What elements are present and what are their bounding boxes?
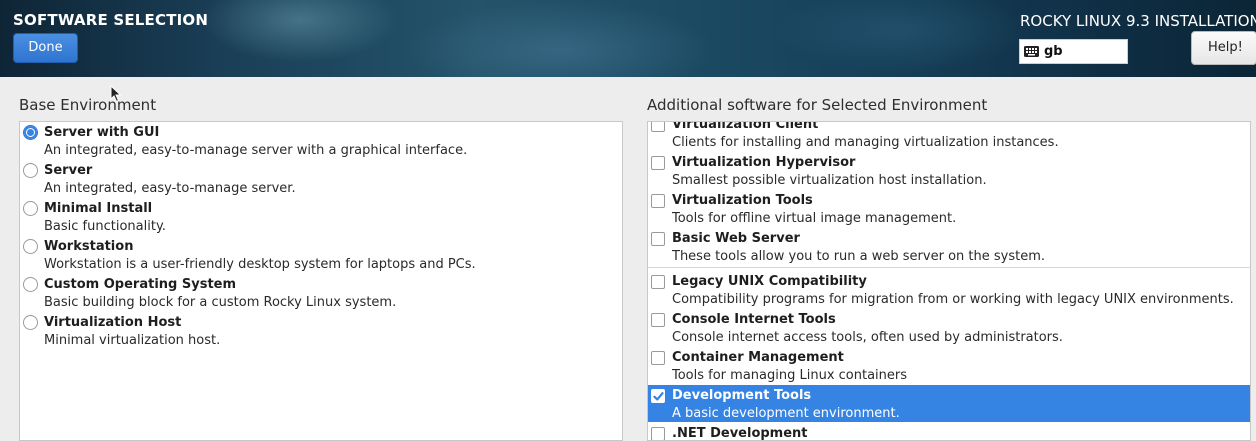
page-title: SOFTWARE SELECTION: [13, 11, 209, 29]
radio-button[interactable]: [23, 315, 38, 330]
group-separator: [648, 267, 1250, 268]
checkbox[interactable]: [651, 194, 665, 208]
item-title: Legacy UNIX Compatibility: [672, 274, 867, 289]
keyboard-layout-indicator[interactable]: gb: [1019, 39, 1128, 64]
keyboard-icon: [1024, 46, 1039, 57]
checkbox[interactable]: [651, 232, 665, 246]
item-description: These tools allow you to run a web serve…: [672, 249, 1045, 264]
item-description: Minimal virtualization host.: [44, 333, 221, 348]
checkbox-checked[interactable]: [651, 389, 665, 403]
item-title: Minimal Install: [44, 201, 153, 216]
additional-software-list: Virtualization Client Clients for instal…: [647, 121, 1251, 441]
checkbox[interactable]: [651, 122, 665, 132]
item-description: Workstation is a user-friendly desktop s…: [44, 257, 476, 272]
header-banner: SOFTWARE SELECTION Done ROCKY LINUX 9.3 …: [0, 0, 1256, 77]
help-button[interactable]: Help!: [1191, 31, 1256, 65]
item-description: An integrated, easy-to-manage server.: [44, 181, 296, 196]
item-description: A basic development environment.: [672, 406, 900, 421]
item-description: Smallest possible virtualization host in…: [672, 173, 987, 188]
item-description: Console internet access tools, often use…: [672, 330, 1063, 345]
base-environment-list: Server with GUI An integrated, easy-to-m…: [19, 121, 623, 441]
item-title: Virtualization Tools: [672, 193, 813, 208]
radio-button[interactable]: [23, 163, 38, 178]
radio-button[interactable]: [23, 201, 38, 216]
checkbox[interactable]: [651, 427, 665, 440]
radio-button[interactable]: [23, 239, 38, 254]
item-title: Server with GUI: [44, 125, 160, 140]
item-title: Workstation: [44, 239, 134, 254]
item-description: An integrated, easy-to-manage server wit…: [44, 143, 468, 158]
item-title: .NET Development: [672, 426, 808, 441]
item-title: Virtualization Host: [44, 315, 182, 330]
checkmark-icon: [653, 392, 664, 401]
radio-button[interactable]: [23, 125, 38, 140]
addon-item-development-tools[interactable]: Development Tools A basic development en…: [648, 385, 1250, 422]
item-title: Custom Operating System: [44, 277, 237, 292]
item-description: Tools for offline virtual image manageme…: [672, 211, 957, 226]
item-title: Virtualization Client: [672, 121, 819, 132]
item-title: Container Management: [672, 350, 844, 365]
radio-button[interactable]: [23, 277, 38, 292]
item-title: Development Tools: [672, 388, 812, 403]
item-description: Compatibility programs for migration fro…: [672, 292, 1234, 307]
checkbox[interactable]: [651, 275, 665, 289]
item-description: Tools for managing Linux containers: [672, 368, 908, 383]
item-description: Clients for installing and managing virt…: [672, 135, 1059, 150]
base-environment-heading: Base Environment: [19, 96, 157, 114]
item-title: Console Internet Tools: [672, 312, 836, 327]
item-title: Basic Web Server: [672, 231, 800, 246]
keyboard-layout-label: gb: [1044, 44, 1063, 59]
item-title: Virtualization Hypervisor: [672, 155, 856, 170]
checkbox[interactable]: [651, 351, 665, 365]
additional-software-heading: Additional software for Selected Environ…: [647, 96, 988, 114]
done-button[interactable]: Done: [13, 33, 78, 63]
item-description: Basic functionality.: [44, 219, 166, 234]
installation-title: ROCKY LINUX 9.3 INSTALLATION: [1020, 12, 1256, 30]
item-title: Server: [44, 163, 93, 178]
item-description: Basic building block for a custom Rocky …: [44, 295, 397, 310]
checkbox[interactable]: [651, 313, 665, 327]
checkbox[interactable]: [651, 156, 665, 170]
